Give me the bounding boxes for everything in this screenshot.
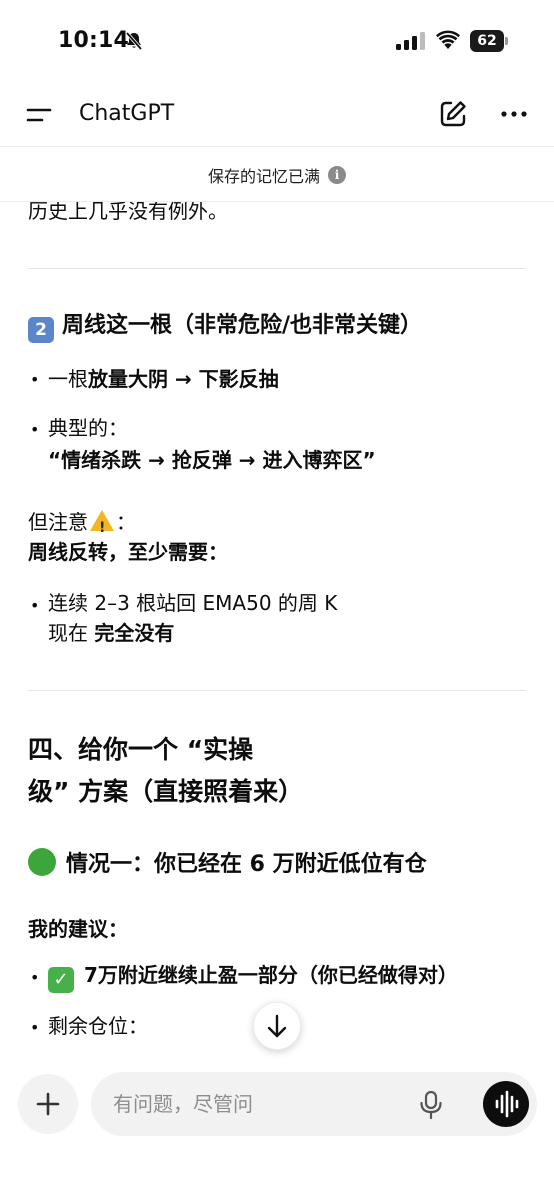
list-item: ✓ 7万附近继续止盈一部分（你已经做得对） <box>48 961 458 993</box>
case-heading: 情况一：你已经在 6 万附近低位有仓 <box>28 848 427 879</box>
divider <box>28 690 526 691</box>
note-colon: ： <box>116 510 136 534</box>
battery-cap <box>505 37 508 45</box>
list-item-bold: 放量大阴 → 下影反抽 <box>88 367 279 391</box>
edit-icon[interactable] <box>437 98 469 130</box>
note-line: 但注意 ： <box>28 508 136 542</box>
list-item: 典型的： <box>48 416 128 440</box>
list-item: 一根放量大阴 → 下影反抽 <box>48 365 279 393</box>
list-item-line2: 现在 完全没有 <box>48 619 174 647</box>
scroll-to-bottom-button[interactable] <box>253 1002 301 1050</box>
check-mark-icon: ✓ <box>48 967 74 993</box>
app-header: ChatGPT <box>0 84 554 146</box>
mic-icon[interactable] <box>417 1090 445 1120</box>
bell-slash-icon <box>125 31 143 51</box>
divider <box>28 268 526 269</box>
bullet: • <box>30 420 40 439</box>
assistant-message: 历史上几乎没有例外。 2 周线这一根（非常危险/也非常关键） • 一根放量大阴 →… <box>0 202 554 1062</box>
note-bold-line: 周线反转，至少需要： <box>28 540 228 564</box>
list-item-text: 现在 <box>48 621 95 645</box>
info-icon[interactable]: i <box>328 166 346 184</box>
warning-icon <box>90 510 114 542</box>
list-item-text: 一根 <box>48 367 88 391</box>
section-heading-text: 周线这一根（非常危险/也非常关键） <box>62 313 423 338</box>
composer <box>0 1062 554 1200</box>
bullet: • <box>30 370 40 389</box>
heading-four-line1: 四、给你一个 “实操 <box>28 735 254 764</box>
green-circle-icon <box>28 848 56 876</box>
memory-full-banner[interactable]: 保存的记忆已满 i <box>0 146 554 202</box>
memory-banner-text: 保存的记忆已满 <box>207 167 320 186</box>
voice-wave-icon <box>495 1090 519 1118</box>
list-item: 连续 2–3 根站回 EMA50 的周 K <box>48 591 338 615</box>
wifi-icon <box>436 30 460 49</box>
bullet: • <box>30 968 40 987</box>
list-item: 剩余仓位： <box>48 1014 148 1038</box>
plus-icon <box>36 1092 60 1116</box>
heading-four-line2: 级” 方案（直接照着来） <box>28 777 304 806</box>
battery-level: 62 <box>470 30 504 52</box>
battery-icon: 62 <box>470 30 508 52</box>
signal-icon <box>396 32 425 50</box>
list-item-text: 7万附近继续止盈一部分（你已经做得对） <box>84 963 458 987</box>
section-heading: 2 周线这一根（非常危险/也非常关键） <box>28 312 422 343</box>
advice-label: 我的建议： <box>28 917 128 941</box>
more-icon[interactable] <box>498 98 530 130</box>
keycap-2-icon: 2 <box>28 317 54 343</box>
message-input-container <box>91 1072 537 1136</box>
status-bar: 10:14 62 <box>0 0 554 84</box>
voice-mode-button[interactable] <box>483 1081 529 1127</box>
app-title[interactable]: ChatGPT <box>79 101 174 126</box>
paragraph: 历史上几乎没有例外。 <box>28 202 228 223</box>
case-heading-text: 情况一：你已经在 6 万附近低位有仓 <box>66 852 427 877</box>
bullet: • <box>30 1018 40 1037</box>
list-item-quote: “情绪杀跌 → 抢反弹 → 进入博弈区” <box>48 448 376 472</box>
status-time: 10:14 <box>58 28 130 53</box>
attach-button[interactable] <box>18 1074 78 1134</box>
menu-icon[interactable] <box>22 100 56 130</box>
memory-banner-row: 保存的记忆已满 i <box>0 163 554 187</box>
list-item-bold: 完全没有 <box>94 621 175 645</box>
message-input[interactable] <box>113 1092 403 1116</box>
bullet: • <box>30 596 40 615</box>
note-text: 但注意 <box>28 510 88 534</box>
arrow-down-icon <box>267 1014 287 1038</box>
